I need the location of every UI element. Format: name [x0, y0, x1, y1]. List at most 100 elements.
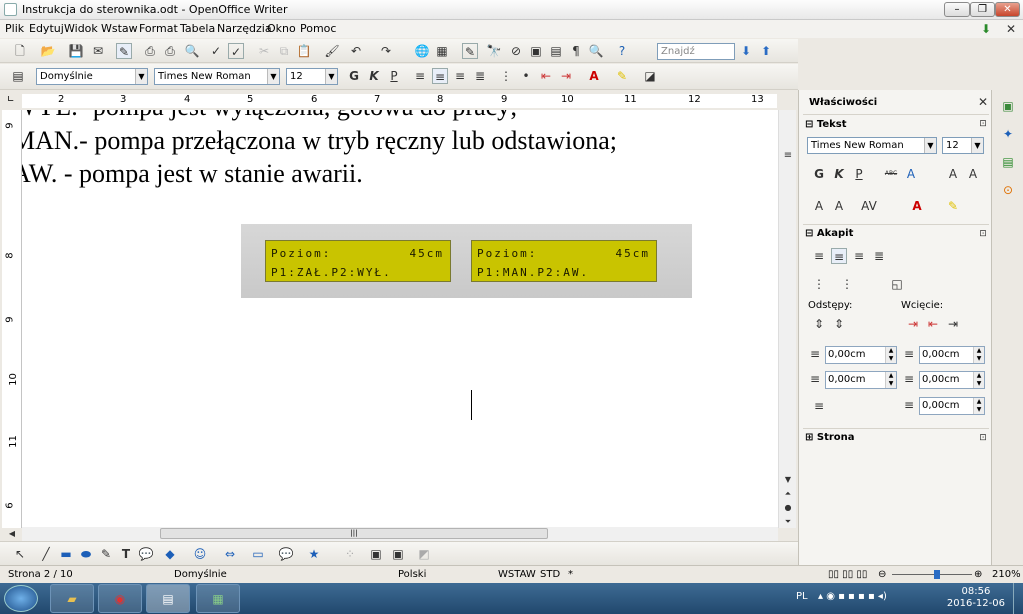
paragraph-background-icon[interactable]: ◱ — [889, 276, 905, 292]
find-previous-icon[interactable]: ⬆ — [758, 43, 774, 59]
page-style[interactable]: Domyślnie — [174, 569, 227, 580]
zoom-slider[interactable] — [892, 574, 972, 575]
find-replace-icon[interactable]: 🔭 — [486, 43, 502, 59]
highlight-icon[interactable]: ✎ — [614, 68, 630, 84]
above-spacing-input[interactable]: 0,00cm ▲ ▼ — [825, 346, 897, 364]
stars-icon[interactable]: ★ — [306, 546, 322, 562]
zoom-icon[interactable]: 🔍 — [588, 43, 604, 59]
scroll-left-icon[interactable]: ◀ — [4, 526, 20, 542]
auto-spellcheck-icon[interactable]: ✓ — [228, 43, 244, 59]
export-pdf-icon[interactable]: ⎙ — [142, 43, 158, 59]
ellipse-icon[interactable]: ⬬ — [78, 546, 94, 562]
taskbar-writer[interactable]: ▤ — [146, 584, 190, 613]
underline-button[interactable]: P — [386, 68, 402, 84]
gallery-tab-icon[interactable]: ▤ — [1000, 154, 1016, 170]
increase-spacing-icon[interactable]: ⇕ — [811, 316, 827, 332]
navigator-tab-icon[interactable]: ⊙ — [1000, 182, 1016, 198]
shrink-font-icon[interactable]: A — [965, 166, 981, 182]
font-color-icon[interactable]: A — [586, 68, 602, 84]
navigator-icon[interactable]: ⊘ — [508, 43, 524, 59]
italic-button[interactable]: K — [366, 68, 382, 84]
table-icon[interactable]: ▦ — [434, 43, 450, 59]
decrease-indent-icon[interactable]: ⇤ — [538, 68, 554, 84]
paragraph-section-header[interactable]: ⊟ Akapit — [805, 228, 853, 239]
sidebar-bullets-icon[interactable]: ⋮ — [811, 276, 827, 292]
before-indent-input[interactable]: 0,00cm ▲ ▼ — [919, 346, 985, 364]
subscript-icon[interactable]: A — [831, 198, 847, 214]
spin-icon[interactable]: ▲ ▼ — [885, 347, 896, 363]
gallery-icon[interactable]: ▣ — [528, 43, 544, 59]
sidebar-bold-button[interactable]: G — [811, 166, 827, 182]
email-icon[interactable]: ✉ — [90, 43, 106, 59]
print-preview-icon[interactable]: 🔍 — [184, 43, 200, 59]
selection-mode[interactable]: STD — [540, 569, 560, 580]
sidebar-size-select[interactable]: 12 ▼ — [942, 137, 984, 154]
symbol-shapes-icon[interactable]: ☺ — [192, 546, 208, 562]
maximize-button[interactable]: ❐ — [970, 2, 995, 17]
taskbar-explorer[interactable]: ▰ — [50, 584, 94, 613]
bullets-icon[interactable]: • — [518, 68, 534, 84]
spin-icon[interactable]: ▲ ▼ — [973, 347, 984, 363]
hyperlink-icon[interactable]: 🌐 — [414, 43, 430, 59]
print-icon[interactable]: ⎙ — [162, 43, 178, 59]
formatting-marks-icon[interactable]: ¶ — [568, 43, 584, 59]
block-arrows-icon[interactable]: ⇔ — [222, 546, 238, 562]
sidebar-decrease-indent-icon[interactable]: ⇤ — [925, 316, 941, 332]
select-icon[interactable]: ↖ — [12, 546, 28, 562]
page-section-header[interactable]: ⊞ Strona — [805, 432, 855, 443]
font-size-select[interactable]: 12 ▼ — [286, 68, 338, 85]
data-sources-icon[interactable]: ▤ — [548, 43, 564, 59]
zoom-level[interactable]: 210% — [992, 569, 1021, 580]
next-page-icon[interactable]: ⏷ — [780, 514, 796, 530]
find-input[interactable]: Znajdź — [657, 43, 735, 60]
show-draw-functions-icon[interactable]: ✎ — [462, 43, 478, 59]
points-icon[interactable]: ⁘ — [342, 546, 358, 562]
more-options-icon[interactable]: ⊡ — [975, 226, 991, 242]
freeform-icon[interactable]: ✎ — [98, 546, 114, 562]
update-icon[interactable]: ⬇ — [978, 21, 994, 37]
save-icon[interactable]: 💾 — [68, 43, 84, 59]
menu-plik[interactable]: Plik — [5, 22, 24, 35]
cut-icon[interactable]: ✂ — [256, 43, 272, 59]
new-document-icon[interactable]: 🗋 — [12, 43, 28, 59]
line-spacing-icon[interactable]: ≡ — [811, 398, 827, 414]
zoom-in-icon[interactable]: ⊕ — [974, 569, 982, 580]
hanging-indent-icon[interactable]: ⇥ — [945, 316, 961, 332]
paste-icon[interactable]: 📋 — [296, 43, 312, 59]
superscript-icon[interactable]: A — [811, 198, 827, 214]
spin-icon[interactable]: ▲ ▼ — [973, 372, 984, 388]
sidebar-highlight-icon[interactable]: ✎ — [945, 198, 961, 214]
more-options-icon[interactable]: ⊡ — [975, 116, 991, 132]
close-button[interactable]: ✕ — [995, 2, 1020, 17]
align-left-icon[interactable]: ≡ — [412, 68, 428, 84]
align-center-icon[interactable]: ≡ — [432, 68, 448, 84]
sidebar-strike-button[interactable]: ABC — [883, 166, 899, 182]
sidebar-underline-button[interactable]: P — [851, 166, 867, 182]
copy-icon[interactable]: ⧉ — [276, 43, 292, 59]
callouts-icon[interactable]: 💬 — [278, 546, 294, 562]
language[interactable]: Polski — [398, 569, 426, 580]
sidebar-align-center-icon[interactable]: ≡ — [831, 248, 847, 264]
page-count[interactable]: Strona 2 / 10 — [8, 569, 73, 580]
format-paintbrush-icon[interactable]: 🖌 — [324, 43, 340, 59]
minimize-button[interactable]: – — [944, 2, 970, 17]
basic-shapes-icon[interactable]: ◆ — [162, 546, 178, 562]
sidebar-italic-button[interactable]: K — [831, 166, 847, 182]
menu-widok[interactable]: Widok — [64, 22, 98, 35]
horizontal-scroll-thumb[interactable]: ||| — [160, 528, 548, 539]
zoom-out-icon[interactable]: ⊖ — [878, 569, 886, 580]
close-document-icon[interactable]: ✕ — [1003, 21, 1019, 37]
menu-tabela[interactable]: Tabela — [180, 22, 215, 35]
extrusion-icon[interactable]: ◩ — [416, 546, 432, 562]
document-page[interactable]: WYŁ.- pompa jest wyłączona, gotowa do pr… — [22, 110, 778, 528]
styles-icon[interactable]: ▤ — [10, 68, 26, 84]
vertical-scrollbar[interactable]: ≡ ▼ ⏶ ● ⏷ — [778, 110, 796, 528]
flowchart-icon[interactable]: ▭ — [250, 546, 266, 562]
numbering-icon[interactable]: ⋮ — [498, 68, 514, 84]
character-spacing-icon[interactable]: AV — [861, 198, 877, 214]
menu-okno[interactable]: Okno — [267, 22, 296, 35]
open-icon[interactable]: 📂 — [40, 43, 56, 59]
from-file-icon[interactable]: ▣ — [368, 546, 384, 562]
keyboard-language[interactable]: PL — [796, 591, 808, 602]
sidebar-align-right-icon[interactable]: ≡ — [851, 248, 867, 264]
